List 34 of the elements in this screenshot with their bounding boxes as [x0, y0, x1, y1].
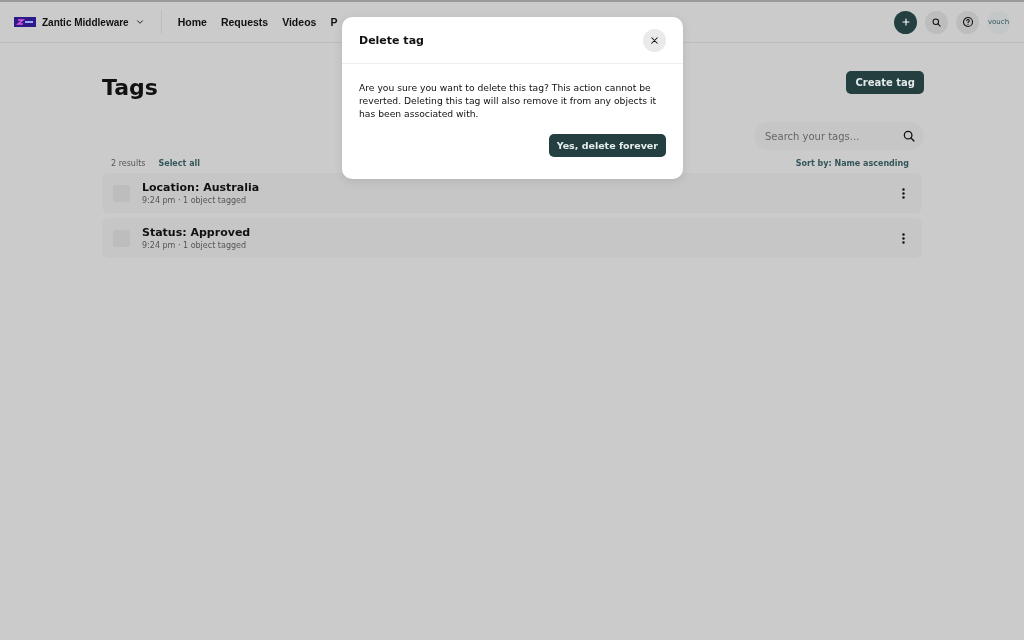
more-icon — [902, 232, 905, 244]
tag-name: Status: Approved — [142, 226, 251, 239]
tag-meta: 9:24 pm · 1 object tagged — [142, 241, 248, 250]
search-button[interactable] — [925, 10, 948, 34]
tag-meta: 9:24 pm · 1 object tagged — [142, 196, 248, 205]
nav-link[interactable]: Videos — [282, 16, 317, 28]
help-button[interactable] — [956, 10, 979, 34]
nav-link[interactable]: Requests — [220, 16, 269, 28]
dialog-title: Delete tag — [359, 33, 424, 47]
page-title: Tags — [102, 75, 158, 100]
close-icon — [649, 34, 660, 46]
dialog-message: Are you sure you want to delete this tag? This action cannot be reverted. Deleting this tag will also remove it from any objects it has been associated with. — [358, 81, 658, 120]
select-all-link[interactable]: Select all — [158, 159, 201, 168]
tag-row[interactable]: Location: Australia 9:24 pm · 1 object tagged — [102, 173, 922, 213]
nav-link[interactable]: P — [330, 16, 338, 28]
sort-link[interactable]: Sort by: Name ascending — [795, 159, 909, 168]
confirm-delete-button[interactable]: Yes, delete forever — [548, 134, 666, 157]
chevron-down-icon — [134, 17, 145, 27]
more-button[interactable] — [899, 187, 908, 199]
workspace-switcher[interactable]: Zantic Middleware — [14, 10, 162, 34]
search-icon — [931, 16, 942, 28]
nav-link[interactable]: Home — [177, 16, 207, 28]
more-icon — [902, 187, 905, 199]
create-tag-button[interactable]: Create tag — [846, 71, 924, 94]
tag-row[interactable]: Status: Approved 9:24 pm · 1 object tagged — [102, 218, 922, 258]
add-button[interactable] — [894, 10, 917, 34]
logo-icon — [14, 17, 36, 27]
close-button[interactable] — [643, 28, 666, 52]
search-icon — [902, 129, 916, 143]
search-field[interactable]: Search your tags... — [754, 122, 924, 150]
tag-name: Location: Australia — [142, 181, 260, 194]
more-button[interactable] — [899, 232, 908, 244]
results-count: 2 results — [111, 159, 146, 168]
help-icon — [961, 16, 974, 28]
